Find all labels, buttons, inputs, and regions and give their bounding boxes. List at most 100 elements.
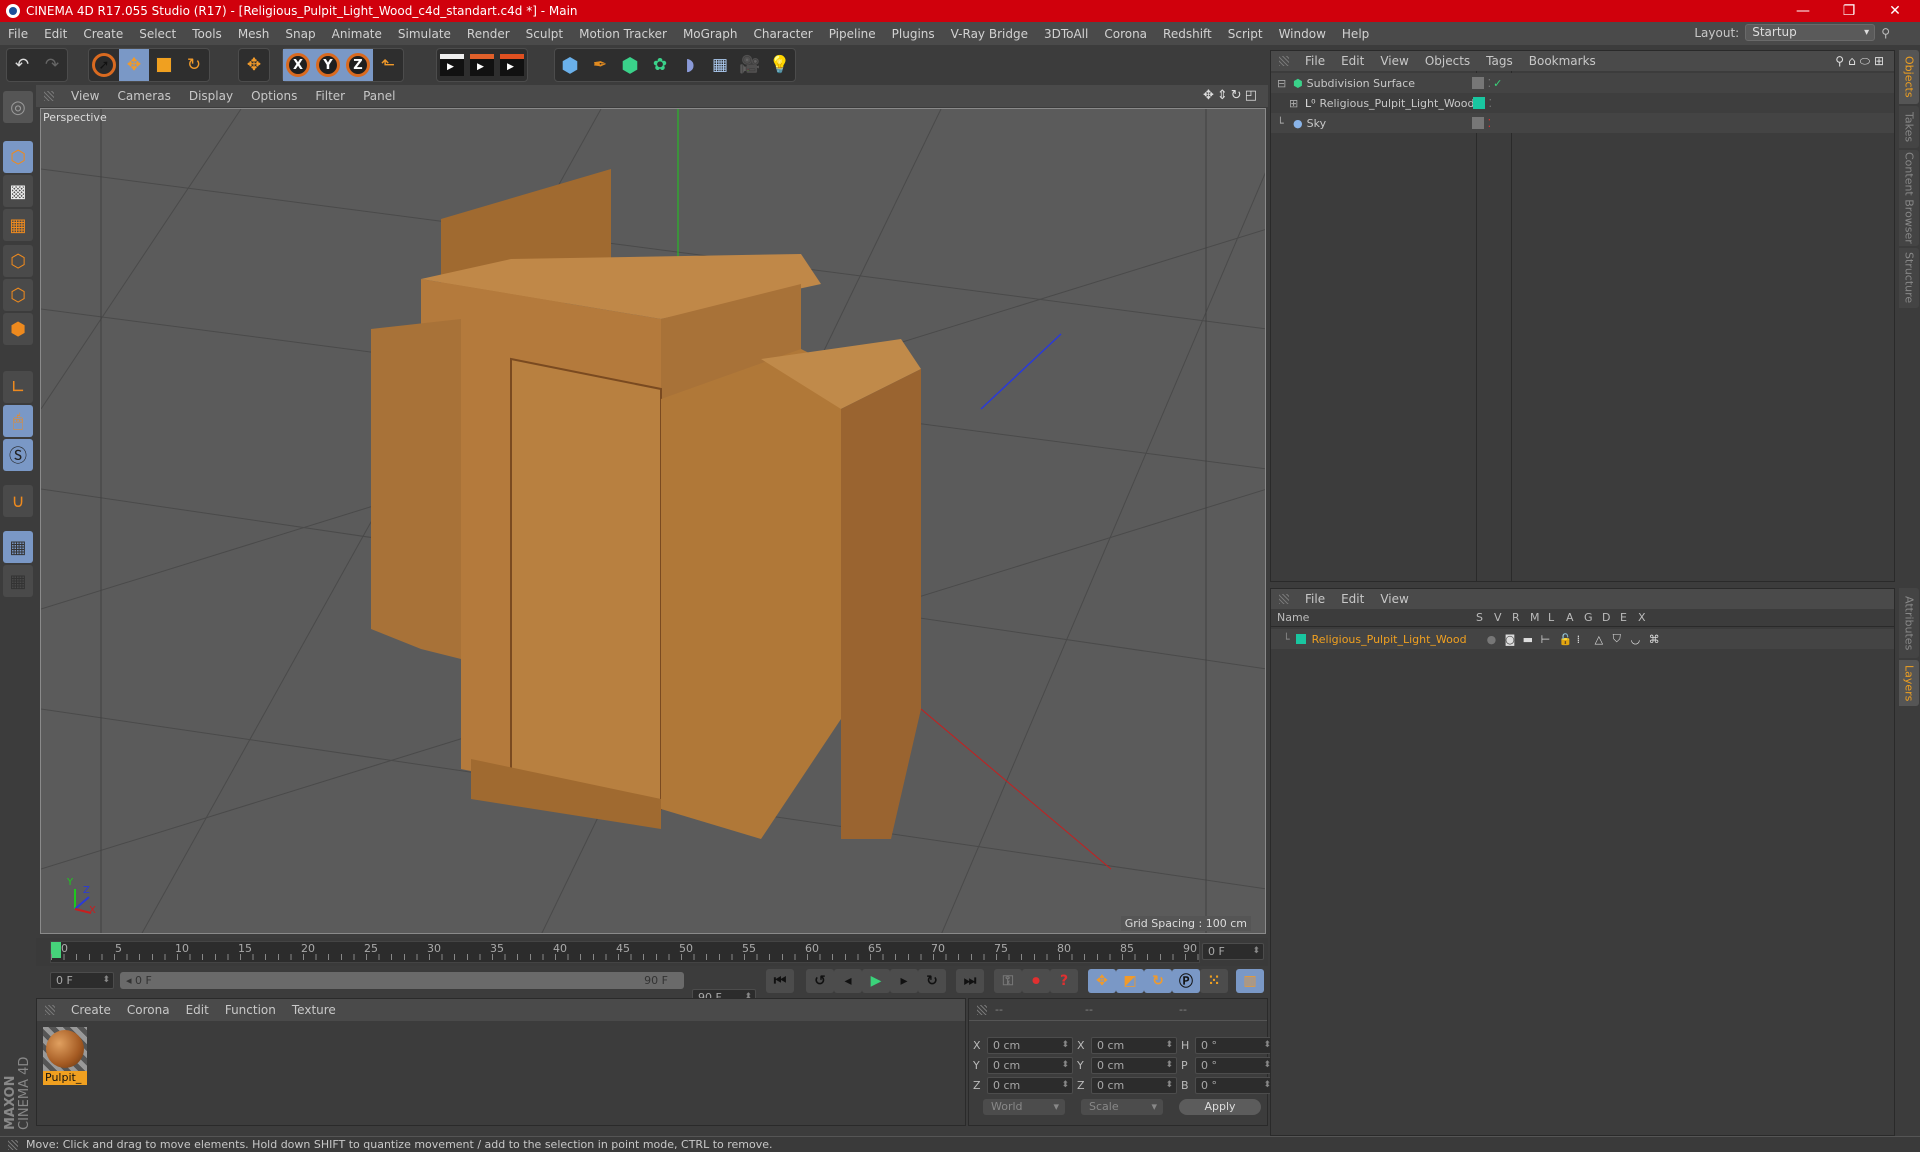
panel-grip[interactable] — [977, 1004, 987, 1015]
animation-toggle-icon[interactable]: ⁞ — [1577, 633, 1595, 646]
menu-corona[interactable]: Corona — [1096, 27, 1155, 41]
menu-tools[interactable]: Tools — [184, 27, 230, 41]
tab-content-browser[interactable]: Content Browser — [1899, 150, 1919, 246]
play-icon[interactable]: ▶ — [862, 969, 890, 993]
pan-icon[interactable]: ✥ — [1203, 88, 1217, 103]
menu-character[interactable]: Character — [745, 27, 820, 41]
minimize-button[interactable]: — — [1780, 0, 1826, 22]
go-to-end-icon[interactable]: ⏭ — [956, 969, 984, 993]
search-icon[interactable]: ⚲ — [1881, 26, 1890, 40]
coordinate-system-icon[interactable]: ⬑ — [373, 49, 403, 81]
maximize-view-icon[interactable]: ◰ — [1245, 88, 1260, 103]
tweak-mode-icon[interactable]: 🖱 — [3, 405, 33, 437]
viewport-menu-display[interactable]: Display — [180, 89, 242, 103]
axis-mode-icon[interactable]: ∟ — [3, 371, 33, 403]
enabled-check-icon[interactable]: ✓ — [1493, 77, 1502, 90]
layer-slot[interactable] — [1471, 77, 1484, 89]
render-settings-icon[interactable] — [497, 49, 527, 81]
layers-menu-edit[interactable]: Edit — [1333, 592, 1372, 606]
layer-color-swatch[interactable] — [1295, 634, 1306, 644]
x-axis-lock-icon[interactable]: X — [283, 49, 313, 81]
close-button[interactable]: ✕ — [1872, 0, 1918, 22]
menu-create[interactable]: Create — [75, 27, 131, 41]
menu-motion-tracker[interactable]: Motion Tracker — [571, 27, 675, 41]
col-locked[interactable]: L — [1548, 611, 1566, 626]
tab-structure[interactable]: Structure — [1899, 248, 1919, 308]
subdivision-surface-icon[interactable]: ⬢ — [615, 49, 645, 81]
col-generators[interactable]: G — [1584, 611, 1602, 626]
key-position-icon[interactable]: ✥ — [1088, 969, 1116, 993]
polygons-mode-icon[interactable]: ⬢ — [3, 313, 33, 345]
light-icon[interactable]: 💡 — [765, 49, 795, 81]
col-expressions[interactable]: E — [1620, 611, 1638, 626]
panel-grip[interactable] — [1279, 594, 1289, 604]
home-icon[interactable]: ⌂ — [1848, 54, 1860, 68]
perspective-viewport[interactable]: Perspective Y Z X Grid Spacing : 100 cm — [40, 108, 1266, 934]
panel-grip[interactable] — [1279, 56, 1289, 66]
layer-color-swatch[interactable] — [1472, 97, 1485, 109]
tab-layers[interactable]: Layers — [1899, 660, 1919, 706]
motion-record-icon[interactable]: ⚿ — [994, 969, 1022, 993]
menu-help[interactable]: Help — [1334, 27, 1377, 41]
menu-mograph[interactable]: MoGraph — [675, 27, 746, 41]
menu-3dtoall[interactable]: 3DToAll — [1036, 27, 1096, 41]
tab-takes[interactable]: Takes — [1899, 106, 1919, 148]
size-y-field[interactable]: 0 cm ⬍ — [1091, 1057, 1177, 1074]
tab-attributes[interactable]: Attributes — [1899, 588, 1919, 658]
layers-menu-view[interactable]: View — [1372, 592, 1416, 606]
new-view-icon[interactable]: ⊞ — [1874, 54, 1888, 68]
solo-mode-icon[interactable]: Ⓢ — [3, 439, 33, 471]
menu-simulate[interactable]: Simulate — [390, 27, 459, 41]
workplane-lock-icon[interactable]: ▦ — [3, 531, 33, 563]
recent-tool-icon[interactable]: ✥ — [239, 49, 269, 81]
y-axis-lock-icon[interactable]: Y — [313, 49, 343, 81]
make-editable-icon[interactable]: ◎ — [3, 91, 33, 123]
object-row[interactable]: ⊞ L⁰ Religious_Pulpit_Light_Wood ⁚ — [1271, 93, 1894, 113]
model-mode-icon[interactable]: ⬡ — [3, 141, 33, 173]
undo-icon[interactable]: ↶ — [7, 49, 37, 81]
generators-toggle-icon[interactable]: △ — [1595, 633, 1613, 646]
size-z-field[interactable]: 0 cm ⬍ — [1091, 1077, 1177, 1094]
menu-snap[interactable]: Snap — [277, 27, 323, 41]
position-z-field[interactable]: 0 cm ⬍ — [987, 1077, 1073, 1094]
workplane-mode-icon[interactable]: ▦ — [3, 209, 33, 241]
go-to-start-icon[interactable]: ⏮ — [766, 969, 794, 993]
pulpit-model[interactable] — [371, 169, 921, 839]
material-menu-create[interactable]: Create — [63, 1003, 119, 1017]
start-frame-field[interactable]: 0 F ⬍ — [50, 972, 114, 989]
layer-row[interactable]: └ Religious_Pulpit_Light_Wood ● ◙ ▬ ⊢ 🔓 … — [1271, 629, 1894, 649]
cloner-icon[interactable]: ✿ — [645, 49, 675, 81]
panel-grip[interactable] — [8, 1139, 18, 1150]
xref-toggle-icon[interactable]: ⌘ — [1649, 633, 1667, 646]
timeline-ruler[interactable]: 0 5 10 15 20 25 30 35 40 45 50 55 60 65 … — [50, 941, 1200, 963]
manager-toggle-icon[interactable]: ⊢ — [1541, 633, 1559, 646]
deformer-icon[interactable]: ◗ — [675, 49, 705, 81]
position-y-field[interactable]: 0 cm ⬍ — [987, 1057, 1073, 1074]
panel-grip[interactable] — [44, 91, 54, 101]
objects-menu-tags[interactable]: Tags — [1478, 54, 1521, 68]
menu-select[interactable]: Select — [131, 27, 184, 41]
live-selection-icon[interactable]: ➚ — [89, 49, 119, 81]
edges-mode-icon[interactable]: ⬡ — [3, 279, 33, 311]
rotation-h-field[interactable]: 0 ° ⬍ — [1195, 1037, 1275, 1054]
orbit-icon[interactable]: ↻ — [1231, 88, 1245, 103]
layers-menu-file[interactable]: File — [1297, 592, 1333, 606]
col-manager[interactable]: M — [1530, 611, 1548, 626]
key-scale-icon[interactable]: ◩ — [1116, 969, 1144, 993]
move-icon[interactable]: ✥ — [119, 49, 149, 81]
scale-icon[interactable] — [149, 49, 179, 81]
rotation-p-field[interactable]: 0 ° ⬍ — [1195, 1057, 1275, 1074]
previous-key-icon[interactable]: ↺ — [806, 969, 834, 993]
object-row[interactable]: ⊟ ⬢ Subdivision Surface ⁚ ✓ — [1271, 73, 1894, 93]
menu-pipeline[interactable]: Pipeline — [821, 27, 884, 41]
snap-magnet-icon[interactable]: ∪ — [3, 485, 33, 517]
object-row[interactable]: └ ● Sky ⁚ — [1271, 113, 1894, 133]
dolly-icon[interactable]: ⇕ — [1217, 88, 1231, 103]
position-x-field[interactable]: 0 cm ⬍ — [987, 1037, 1073, 1054]
cube-icon[interactable]: ⬢ — [555, 49, 585, 81]
size-mode-select[interactable]: Scale ▾ — [1081, 1099, 1163, 1115]
expand-icon[interactable]: ⊞ — [1289, 97, 1301, 110]
grid-snap-icon[interactable]: ▦ — [3, 565, 33, 597]
col-view[interactable]: V — [1494, 611, 1512, 626]
z-axis-lock-icon[interactable]: Z — [343, 49, 373, 81]
